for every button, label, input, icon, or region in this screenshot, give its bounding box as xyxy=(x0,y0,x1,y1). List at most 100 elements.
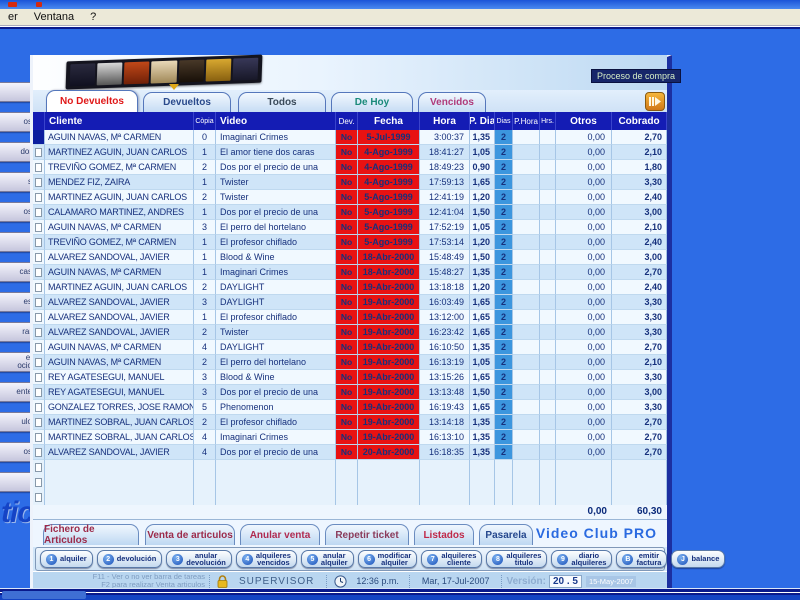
row-selector[interactable] xyxy=(33,430,45,445)
row-selector-checkbox[interactable] xyxy=(35,177,42,187)
table-row[interactable]: AGUIN NAVAS, Mª CARMEN 2 El perro del ho… xyxy=(33,355,667,370)
row-selector-checkbox[interactable] xyxy=(35,417,42,427)
row-selector-checkbox[interactable] xyxy=(35,357,42,367)
row-selector[interactable] xyxy=(33,325,45,340)
row-selector-checkbox[interactable] xyxy=(35,432,42,442)
row-selector-checkbox[interactable] xyxy=(35,447,42,457)
table-row[interactable]: AGUIN NAVAS, Mª CARMEN 3 El perro del ho… xyxy=(33,220,667,235)
module-tab[interactable]: Listados xyxy=(414,524,474,545)
row-selector-checkbox[interactable] xyxy=(35,387,42,397)
row-selector[interactable] xyxy=(33,340,45,355)
table-row[interactable]: CALAMARO MARTINEZ, ANDRES 1 Dos por el p… xyxy=(33,205,667,220)
row-selector[interactable] xyxy=(33,190,45,205)
filter-tab[interactable]: No Devueltos xyxy=(46,90,138,112)
table-row[interactable]: ALVAREZ SANDOVAL, JAVIER 4 Dos por el pr… xyxy=(33,445,667,460)
row-selector[interactable] xyxy=(33,295,45,310)
row-selector[interactable] xyxy=(33,385,45,400)
row-selector[interactable] xyxy=(33,235,45,250)
row-selector-checkbox[interactable] xyxy=(35,162,42,172)
row-selector[interactable] xyxy=(33,130,45,145)
row-selector-checkbox[interactable] xyxy=(35,222,42,232)
table-row[interactable]: MARTINEZ AGUIN, JUAN CARLOS 1 El amor ti… xyxy=(33,145,667,160)
row-selector-checkbox[interactable] xyxy=(35,478,42,487)
action-button[interactable]: 1 alquiler xyxy=(40,550,93,568)
row-selector[interactable] xyxy=(33,220,45,235)
row-selector-checkbox[interactable] xyxy=(35,312,42,322)
table-row[interactable]: ALVAREZ SANDOVAL, JAVIER 1 El profesor c… xyxy=(33,310,667,325)
table-row[interactable]: GONZALEZ TORRES, JOSE RAMON 5 Phenomenon… xyxy=(33,400,667,415)
row-selector[interactable] xyxy=(33,355,45,370)
row-selector-checkbox[interactable] xyxy=(35,147,42,157)
action-button[interactable]: 5 anular alquiler xyxy=(300,550,354,568)
module-tab[interactable]: Pasarela xyxy=(479,524,533,545)
cell-phora xyxy=(513,430,540,445)
module-tab[interactable]: Venta de articulos xyxy=(145,524,235,545)
row-selector-checkbox[interactable] xyxy=(35,493,42,502)
row-selector[interactable] xyxy=(33,160,45,175)
action-button[interactable]: 6 modificar alquiler xyxy=(357,550,418,568)
table-row[interactable]: TREVIÑO GOMEZ, Mª CARMEN 1 El profesor c… xyxy=(33,235,667,250)
window-header: Proceso de compra xyxy=(33,54,682,90)
cell-hrs xyxy=(540,250,556,265)
row-selector-checkbox[interactable] xyxy=(35,252,42,262)
cell-dev: No xyxy=(336,160,358,175)
row-selector[interactable] xyxy=(33,250,45,265)
action-button[interactable]: J balance xyxy=(671,550,726,568)
action-button[interactable]: 9 diario alquileres xyxy=(551,550,613,568)
filter-tab[interactable]: Todos xyxy=(238,92,326,112)
row-selector-checkbox[interactable] xyxy=(35,207,42,217)
table-row[interactable]: MARTINEZ AGUIN, JUAN CARLOS 2 Twister No… xyxy=(33,190,667,205)
row-selector-checkbox[interactable] xyxy=(35,342,42,352)
table-row[interactable]: REY AGATESEGUI, MANUEL 3 Blood & Wine No… xyxy=(33,370,667,385)
table-row[interactable]: AGUIN NAVAS, Mª CARMEN 4 DAYLIGHT No 19-… xyxy=(33,340,667,355)
row-selector-checkbox[interactable] xyxy=(35,237,42,247)
action-button[interactable]: 8 alquileres titulo xyxy=(486,550,548,568)
row-selector-checkbox[interactable] xyxy=(35,463,42,472)
table-row[interactable]: MARTINEZ AGUIN, JUAN CARLOS 2 DAYLIGHT N… xyxy=(33,280,667,295)
row-selector[interactable] xyxy=(33,280,45,295)
table-row[interactable]: MARTINEZ SOBRAL, JUAN CARLOS 4 Imaginari… xyxy=(33,430,667,445)
row-selector[interactable] xyxy=(33,445,45,460)
filter-tab[interactable]: Devueltos xyxy=(143,92,231,112)
module-tab[interactable]: Anular venta xyxy=(240,524,320,545)
row-selector[interactable] xyxy=(33,400,45,415)
action-button[interactable]: 4 alquileres vencidos xyxy=(235,550,297,568)
row-selector[interactable] xyxy=(33,205,45,220)
table-row[interactable]: AGUIN NAVAS, Mª CARMEN 0 Imaginari Crime… xyxy=(33,130,667,145)
filter-tab[interactable]: De Hoy xyxy=(331,92,413,112)
row-selector[interactable] xyxy=(33,415,45,430)
row-selector[interactable] xyxy=(33,370,45,385)
window-titlebar[interactable] xyxy=(0,0,800,9)
row-selector-checkbox[interactable] xyxy=(35,282,42,292)
row-selector-checkbox[interactable] xyxy=(35,372,42,382)
row-selector-checkbox[interactable] xyxy=(35,267,42,277)
action-button[interactable]: B emitir factura xyxy=(616,550,668,568)
table-row[interactable]: ALVAREZ SANDOVAL, JAVIER 3 DAYLIGHT No 1… xyxy=(33,295,667,310)
row-selector-checkbox[interactable] xyxy=(35,297,42,307)
table-row[interactable]: MENDEZ FIZ, ZAIRA 1 Twister No 4-Ago-199… xyxy=(33,175,667,190)
row-selector-checkbox[interactable] xyxy=(35,327,42,337)
fast-forward-button[interactable] xyxy=(645,92,665,111)
table-row[interactable]: TREVIÑO GOMEZ, Mª CARMEN 2 Dos por el pr… xyxy=(33,160,667,175)
menu-item[interactable]: Ventana xyxy=(26,10,82,24)
module-tab[interactable]: Repetir ticket xyxy=(325,524,409,545)
module-tab[interactable]: Fichero de Articulos xyxy=(43,524,139,546)
action-button[interactable]: 3 anular devolución xyxy=(166,550,232,568)
row-selector[interactable] xyxy=(33,145,45,160)
table-row[interactable]: AGUIN NAVAS, Mª CARMEN 1 Imaginari Crime… xyxy=(33,265,667,280)
filter-tabs: No Devueltos Devueltos Todos De Hoy Vencidos xyxy=(33,90,667,112)
row-selector[interactable] xyxy=(33,310,45,325)
menu-item[interactable]: er xyxy=(0,10,26,24)
row-selector[interactable] xyxy=(33,265,45,280)
action-button[interactable]: 2 devolución xyxy=(96,550,163,568)
table-row[interactable]: ALVAREZ SANDOVAL, JAVIER 1 Blood & Wine … xyxy=(33,250,667,265)
row-selector[interactable] xyxy=(33,175,45,190)
menu-item[interactable]: ? xyxy=(82,10,104,24)
table-row[interactable]: MARTINEZ SOBRAL, JUAN CARLOS 2 El profes… xyxy=(33,415,667,430)
filter-tab[interactable]: Vencidos xyxy=(418,92,486,112)
table-row[interactable]: ALVAREZ SANDOVAL, JAVIER 2 Twister No 19… xyxy=(33,325,667,340)
row-selector-checkbox[interactable] xyxy=(35,402,42,412)
action-button[interactable]: 7 alquileres cliente xyxy=(421,550,483,568)
row-selector-checkbox[interactable] xyxy=(35,192,42,202)
table-row[interactable]: REY AGATESEGUI, MANUEL 3 Dos por el prec… xyxy=(33,385,667,400)
